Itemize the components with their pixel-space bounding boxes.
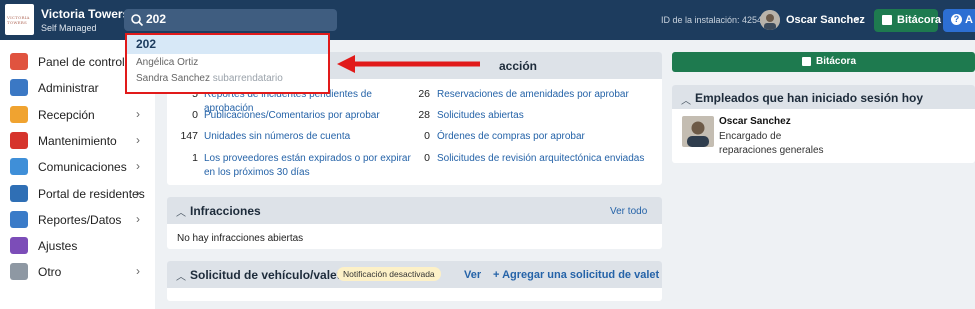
chevron-up-icon[interactable]: ︿ xyxy=(681,92,691,107)
chevron-right-icon: › xyxy=(136,186,140,200)
employee-name: Oscar Sanchez xyxy=(719,116,791,127)
action-panel-title: acción xyxy=(499,59,538,73)
infractions-panel: ︿ Infracciones Ver todo No hay infraccio… xyxy=(167,197,662,249)
logbook-icon xyxy=(802,57,811,66)
employee-role-line2: reparaciones generales xyxy=(719,145,824,156)
logbook-button-label: Bitácora xyxy=(897,14,942,26)
subtenant-name: Sandra Sanchez xyxy=(136,73,210,84)
employee-role-line1: Encargado de xyxy=(719,131,782,142)
installation-id: ID de la instalación: 4254 xyxy=(661,15,763,25)
logbook-icon xyxy=(882,15,892,25)
sidebar-item-label: Recepción xyxy=(38,108,95,122)
action-link[interactable]: Reservaciones de amenidades por aprobar xyxy=(437,88,657,102)
chevron-right-icon: › xyxy=(136,264,140,278)
action-count: 0 xyxy=(192,109,198,121)
avatar[interactable] xyxy=(760,10,780,30)
add-valet-request-link[interactable]: + Agregar una solicitud de valet xyxy=(493,269,659,281)
property-name[interactable]: Victoria Towers xyxy=(41,7,129,21)
valet-header[interactable]: ︿ Solicitud de vehículo/valet Notificaci… xyxy=(167,261,662,288)
sidebar-item-label: Reportes/Datos xyxy=(38,213,122,227)
view-all-infractions-link[interactable]: Ver todo xyxy=(610,206,647,217)
sidebar-item-label: Mantenimiento xyxy=(38,134,117,148)
portal-icon xyxy=(10,185,28,202)
sidebar-item-reportes-datos[interactable]: Reportes/Datos › xyxy=(0,209,155,231)
action-link[interactable]: Unidades sin números de cuenta xyxy=(204,130,414,144)
sidebar-item-label: Administrar xyxy=(38,81,99,95)
user-avatar-icon xyxy=(760,10,780,30)
logged-in-employees-panel: ︿ Empleados que han iniciado sesión hoy … xyxy=(672,85,975,163)
action-link[interactable]: Solicitudes abiertas xyxy=(437,109,657,123)
sidebar-item-comunicaciones[interactable]: Comunicaciones › xyxy=(0,156,155,178)
property-subtitle: Self Managed xyxy=(41,23,97,33)
action-count: 0 xyxy=(424,130,430,142)
sidebar-item-recepci-n[interactable]: Recepción › xyxy=(0,104,155,126)
home-icon xyxy=(10,53,28,70)
chevron-up-icon[interactable]: ︿ xyxy=(176,268,186,283)
sidebar-item-mantenimiento[interactable]: Mantenimiento › xyxy=(0,130,155,152)
bell-icon xyxy=(10,106,28,123)
question-icon: ? xyxy=(951,14,962,25)
search-result-unit-number: 202 xyxy=(136,37,157,51)
chevron-right-icon: › xyxy=(136,159,140,173)
valet-title: Solicitud de vehículo/valet xyxy=(190,268,341,282)
employees-header[interactable]: ︿ Empleados que han iniciado sesión hoy xyxy=(672,85,975,109)
mail-icon xyxy=(10,158,28,175)
action-link[interactable]: Órdenes de compras por aprobar xyxy=(437,130,657,144)
search-value: 202 xyxy=(146,12,167,26)
building-icon xyxy=(10,79,28,96)
sidebar-item-label: Comunicaciones xyxy=(38,160,127,174)
infractions-title: Infracciones xyxy=(190,204,261,218)
chevron-right-icon: › xyxy=(136,212,140,226)
action-count: 0 xyxy=(424,152,430,164)
chevron-right-icon: › xyxy=(136,133,140,147)
sidebar-item-ajustes[interactable]: Ajustes xyxy=(0,235,155,257)
chevron-up-icon[interactable]: ︿ xyxy=(176,204,186,219)
no-infractions-text: No hay infracciones abiertas xyxy=(177,233,304,244)
employee-avatar[interactable] xyxy=(682,116,714,147)
valet-panel: ︿ Solicitud de vehículo/valet Notificaci… xyxy=(167,261,662,301)
more-icon xyxy=(10,263,28,280)
sidebar-item-label: Otro xyxy=(38,265,62,279)
search-result-resident[interactable]: Angélica Ortiz xyxy=(136,57,198,68)
sidebar-item-label: Ajustes xyxy=(38,239,78,253)
sidebar-item-label: Panel de control xyxy=(38,55,125,69)
employee-photo-icon xyxy=(682,116,714,147)
chevron-down-icon[interactable]: ⌄ xyxy=(853,12,861,23)
chart-icon xyxy=(10,211,28,228)
gear-icon xyxy=(10,237,28,254)
chevron-right-icon: › xyxy=(136,107,140,121)
sidebar-item-otro[interactable]: Otro › xyxy=(0,261,155,283)
search-result-subtenant[interactable]: Sandra Sanchez subarrendatario xyxy=(136,73,283,84)
search-result-unit[interactable]: 202 xyxy=(127,35,328,54)
notification-status-badge: Notificación desactivada xyxy=(337,267,441,281)
action-link[interactable]: Publicaciones/Comentarios por aprobar xyxy=(204,109,414,123)
logbook-wide-button[interactable]: Bitácora xyxy=(672,52,975,72)
action-count: 28 xyxy=(418,109,430,121)
infractions-header[interactable]: ︿ Infracciones Ver todo xyxy=(167,197,662,224)
logo-text: VICTORIA TOWERS xyxy=(7,15,30,25)
search-results-dropdown: 202 Angélica Ortiz Sandra Sanchez subarr… xyxy=(125,33,330,94)
logbook-button[interactable]: Bitácora xyxy=(874,9,942,32)
search-icon xyxy=(131,14,144,27)
action-count: 1 xyxy=(192,152,198,164)
employees-title: Empleados que han iniciado sesión hoy xyxy=(695,91,924,105)
subtenant-role: subarrendatario xyxy=(212,73,283,84)
property-logo[interactable]: VICTORIA TOWERS xyxy=(5,4,34,35)
sidebar-item-label: Portal de residentes xyxy=(38,187,145,201)
action-count: 147 xyxy=(180,130,198,142)
help-button-label: A xyxy=(965,14,973,26)
logbook-wide-label: Bitácora xyxy=(816,56,857,67)
view-valet-link[interactable]: Ver xyxy=(464,269,481,281)
search-input[interactable]: 202 xyxy=(124,9,337,31)
action-count: 26 xyxy=(418,88,430,100)
action-link[interactable]: Los proveedores están expirados o por ex… xyxy=(204,152,414,180)
toolbox-icon xyxy=(10,132,28,149)
annotation-arrow-icon xyxy=(337,55,480,73)
sidebar-item-portal-de-residentes[interactable]: Portal de residentes › xyxy=(0,183,155,205)
help-button[interactable]: ? A xyxy=(943,9,975,32)
action-link[interactable]: Solicitudes de revisión arquitectónica e… xyxy=(437,152,657,166)
